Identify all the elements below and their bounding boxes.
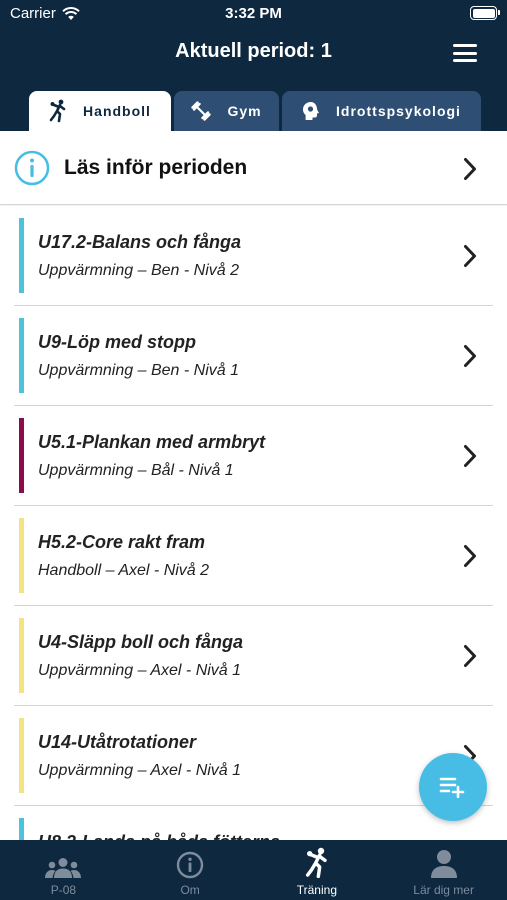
category-color-bar: [19, 818, 24, 840]
exercise-title: U4-Släpp boll och fånga: [38, 632, 244, 652]
head-brain-icon: [303, 102, 320, 120]
exercise-title: U17.2-Balans och fånga: [38, 232, 242, 252]
page-title: Aktuell period: 1: [175, 40, 332, 62]
info-row-label: Läs inför perioden: [64, 155, 248, 179]
category-color-bar: [19, 418, 24, 493]
category-color-bar: [19, 318, 24, 393]
dumbbell-icon: [191, 101, 212, 121]
chevron-right-icon: [464, 158, 476, 180]
group-icon: [45, 858, 82, 878]
clock: 3:32 PM: [225, 5, 282, 22]
exercise-list-item[interactable]: H5.2-Core rakt fram Handboll – Axel - Niv…: [0, 506, 507, 606]
chevron-right-icon: [464, 445, 476, 467]
nav-om[interactable]: Om: [127, 840, 254, 900]
category-color-bar: [19, 518, 24, 593]
status-bar: Carrier 3:32 PM: [0, 0, 507, 28]
battery-icon: [470, 6, 500, 20]
exercise-subtitle: Uppvärmning – Axel - Nivå 1: [38, 762, 242, 779]
info-icon: [14, 150, 50, 185]
exercise-subtitle: Handboll – Axel - Nivå 2: [38, 562, 210, 579]
chevron-right-icon: [464, 645, 476, 667]
tab-label: Idrottspsykologi: [336, 103, 461, 119]
chevron-right-icon: [464, 545, 476, 567]
nav-label: Lär dig mer: [413, 883, 474, 897]
nav-label: P-08: [50, 883, 77, 897]
tab-bar: Handboll Gym Idrottspsykologi: [29, 91, 481, 131]
hamburger-menu-button[interactable]: [453, 44, 477, 62]
read-before-period-row[interactable]: Läs inför perioden: [0, 131, 507, 205]
exercise-subtitle: Uppvärmning – Axel - Nivå 1: [38, 662, 242, 679]
chevron-right-icon: [464, 345, 476, 367]
exercise-list-item[interactable]: U17.2-Balans och fånga Uppvärmning – Ben …: [0, 206, 507, 306]
tab-label: Handboll: [83, 103, 151, 119]
tab-label: Gym: [227, 103, 262, 119]
person-icon: [430, 850, 457, 878]
exercise-list-item[interactable]: U4-Släpp boll och fånga Uppvärmning – Axe…: [0, 606, 507, 706]
tab-gym[interactable]: Gym: [174, 91, 279, 131]
exercise-title: U9-Löp med stopp: [38, 332, 196, 352]
nav-traning[interactable]: Träning: [254, 840, 381, 900]
exercise-title: H5.2-Core rakt fram: [38, 532, 206, 552]
nav-lar-dig-mer[interactable]: Lär dig mer: [380, 840, 507, 900]
top-bar: Carrier 3:32 PM Aktuell period: 1 Handbo…: [0, 0, 507, 131]
nav-p08[interactable]: P-08: [0, 840, 127, 900]
tab-idrottspsykologi[interactable]: Idrottspsykologi: [282, 91, 481, 131]
nav-label: Om: [180, 883, 200, 897]
exercise-title: U14-Utåtrotationer: [38, 732, 197, 752]
exercise-title: U5.1-Plankan med armbryt: [38, 432, 266, 452]
playlist-add-icon: [439, 777, 465, 798]
exercise-list-item[interactable]: U5.1-Plankan med armbryt Uppvärmning – Bå…: [0, 406, 507, 506]
category-color-bar: [19, 218, 24, 293]
category-color-bar: [19, 618, 24, 693]
exercise-list-item[interactable]: U9-Löp med stopp Uppvärmning – Ben - Nivå…: [0, 306, 507, 406]
tab-handboll[interactable]: Handboll: [29, 91, 171, 131]
info-icon: [176, 851, 204, 879]
nav-label: Träning: [296, 883, 337, 897]
handball-player-icon: [49, 99, 66, 123]
bottom-navigation: P-08 Om Träning Lär dig mer: [0, 840, 507, 900]
exercise-subtitle: Uppvärmning – Bål - Nivå 1: [38, 462, 234, 479]
exercise-subtitle: Uppvärmning – Ben - Nivå 1: [38, 362, 239, 379]
chevron-right-icon: [464, 245, 476, 267]
category-color-bar: [19, 718, 24, 793]
exercise-title: U8.3-Landa på båda fötterna: [38, 832, 280, 840]
exercise-list: U17.2-Balans och fånga Uppvärmning – Ben …: [0, 206, 507, 840]
exercise-subtitle: Uppvärmning – Ben - Nivå 2: [38, 262, 239, 279]
handball-player-icon: [305, 847, 327, 879]
add-to-playlist-button[interactable]: [419, 753, 487, 821]
